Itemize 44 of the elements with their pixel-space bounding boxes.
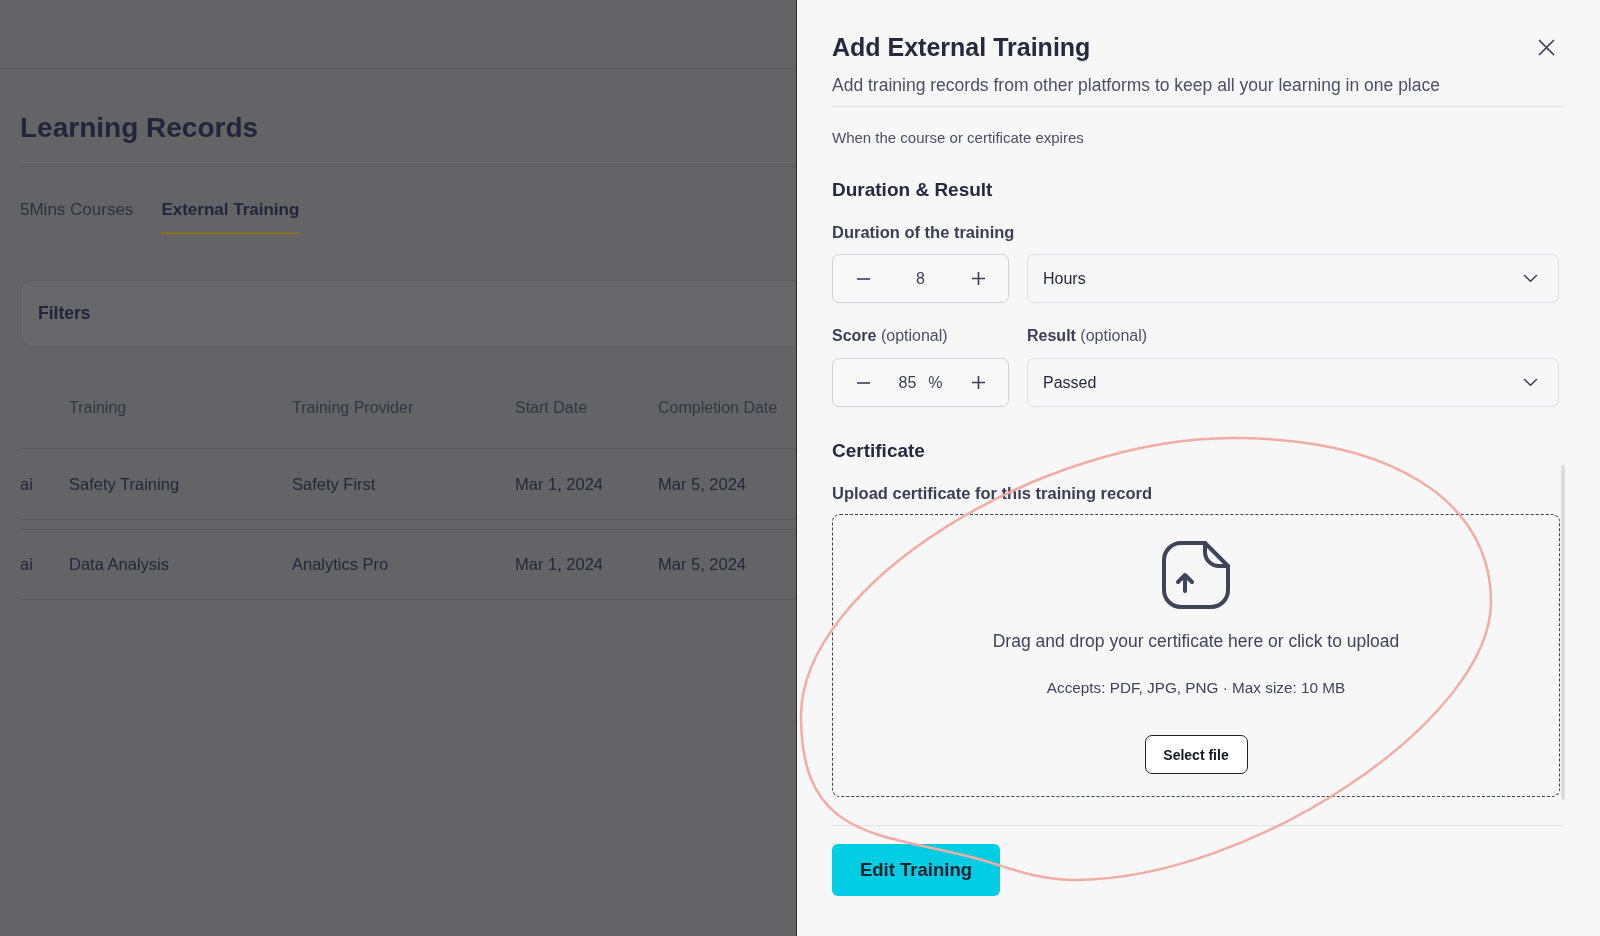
close-icon xyxy=(1539,39,1554,55)
dropzone-prompt: Drag and drop your certificate here or click to upload xyxy=(992,630,1400,652)
chevron-down-icon xyxy=(1524,275,1537,282)
upload-dropzone[interactable]: Drag and drop your certificate here or click to upload Accepts: PDF, JPG, PNG · Max size: 10 MB Select file xyxy=(832,514,1560,797)
increment-button[interactable] xyxy=(969,269,987,288)
close-button[interactable] xyxy=(1539,39,1554,55)
hint-text: When the course or certificate expires xyxy=(832,129,1084,147)
table-cell: Mar 1, 2024 xyxy=(515,474,604,494)
plus-icon xyxy=(971,376,985,389)
increment-button[interactable] xyxy=(969,373,987,392)
edit-training-button[interactable]: Edit Training xyxy=(832,844,1000,896)
number-stepper[interactable]: 8 xyxy=(832,254,1009,303)
number-stepper[interactable]: 85 % xyxy=(832,358,1009,407)
accepted-formats-note: Accepts: PDF, JPG, PNG · Max size: 10 MB xyxy=(1046,678,1346,698)
table-cell: ai xyxy=(20,555,33,574)
stepper-value: 85 xyxy=(898,373,917,392)
dropdown-field[interactable]: Passed xyxy=(1027,358,1559,407)
unit-suffix: % xyxy=(928,373,943,392)
minus-icon xyxy=(856,277,870,280)
panel-title: Add External Training xyxy=(832,33,1091,61)
table-cell: Mar 5, 2024 xyxy=(658,474,747,494)
section-heading: Certificate xyxy=(832,439,925,463)
field-label: Duration of the training xyxy=(832,222,1015,242)
stepper-value: 8 xyxy=(916,269,925,288)
panel-subtitle: Add training records from other platforms to keep all your learning in one place xyxy=(832,74,1440,96)
dropdown-field[interactable]: Hours xyxy=(1027,254,1559,303)
chevron-down-icon xyxy=(1524,379,1537,386)
minus-icon xyxy=(856,381,870,384)
field-label: Score (optional) xyxy=(832,326,948,346)
select-file-button[interactable]: Select file xyxy=(1144,735,1248,774)
table-cell: Mar 5, 2024 xyxy=(658,555,747,574)
plus-icon xyxy=(971,272,985,285)
table-cell: Data Analysis xyxy=(69,555,169,574)
file-upload-icon xyxy=(1161,540,1231,610)
field-label: Result (optional) xyxy=(1027,326,1148,346)
table-cell: Analytics Pro xyxy=(292,555,389,574)
table-cell: ai xyxy=(20,474,33,494)
page-title: Learning Records xyxy=(20,112,259,144)
scrollbar-thumb[interactable] xyxy=(1561,465,1565,800)
table-cell: Mar 1, 2024 xyxy=(515,555,604,574)
filters-heading: Filters xyxy=(38,303,91,324)
table-cell: Safety First xyxy=(292,474,376,494)
table-cell: Safety Training xyxy=(69,474,180,494)
section-heading: Duration & Result xyxy=(832,178,993,202)
